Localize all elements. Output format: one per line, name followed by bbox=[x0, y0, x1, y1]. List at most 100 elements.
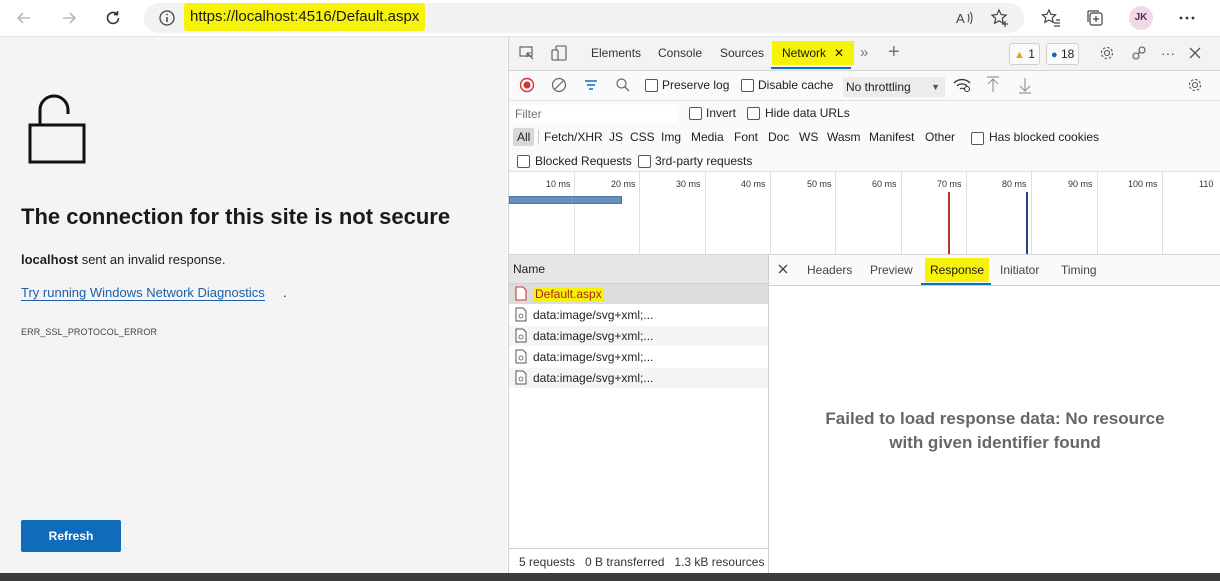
request-name: data:image/svg+xml;... bbox=[533, 350, 654, 364]
warning-icon: ▲ bbox=[1014, 49, 1025, 61]
type-filter-all[interactable]: All bbox=[513, 128, 535, 146]
forward-arrow-icon[interactable] bbox=[57, 6, 81, 30]
close-detail-icon[interactable] bbox=[777, 263, 789, 275]
request-row[interactable]: data:image/svg+xml;... bbox=[509, 326, 768, 346]
chevron-down-icon: ▼ bbox=[931, 82, 940, 92]
request-row[interactable]: data:image/svg+xml;... bbox=[509, 305, 768, 325]
tab-response[interactable]: Response bbox=[925, 258, 990, 282]
timeline-tick-label: 40 ms bbox=[741, 179, 766, 189]
invert-label: Invert bbox=[706, 106, 737, 120]
more-menu-icon[interactable] bbox=[1175, 6, 1199, 30]
network-conditions-icon[interactable] bbox=[953, 77, 971, 93]
tab-timing[interactable]: Timing bbox=[1061, 255, 1097, 285]
tab-console[interactable]: Console bbox=[658, 37, 702, 70]
link-suffix: . bbox=[283, 285, 287, 300]
avatar[interactable]: JK bbox=[1129, 6, 1153, 30]
type-filter-font[interactable]: Font bbox=[734, 128, 758, 146]
more-options-icon[interactable]: ··· bbox=[1161, 45, 1175, 61]
tab-headers[interactable]: Headers bbox=[807, 255, 852, 285]
network-timeline[interactable]: 10 ms 20 ms 30 ms 40 ms 50 ms 60 ms 70 m… bbox=[509, 172, 1220, 255]
filter-input[interactable] bbox=[513, 105, 677, 123]
timeline-gridline bbox=[1031, 172, 1032, 254]
page-title: The connection for this site is not secu… bbox=[21, 204, 451, 229]
type-filter-css[interactable]: CSS bbox=[630, 128, 655, 146]
favorites-icon[interactable] bbox=[1039, 6, 1063, 30]
tab-initiator[interactable]: Initiator bbox=[1000, 255, 1039, 285]
device-emulation-icon[interactable] bbox=[551, 45, 567, 61]
svg-file-icon bbox=[515, 328, 527, 343]
type-filter-fetch-xhr[interactable]: Fetch/XHR bbox=[544, 128, 603, 146]
more-tabs-icon[interactable]: » bbox=[860, 45, 868, 61]
devtools-tab-bar: Elements Console Sources Network ✕ » + ▲ … bbox=[509, 37, 1220, 71]
host-name: localhost bbox=[21, 252, 79, 267]
connect-device-icon[interactable] bbox=[1131, 45, 1147, 61]
timeline-gridline bbox=[966, 172, 967, 254]
load-event-marker bbox=[948, 192, 950, 254]
import-har-icon[interactable] bbox=[985, 76, 1001, 94]
tab-preview[interactable]: Preview bbox=[870, 255, 913, 285]
info-icon[interactable] bbox=[155, 6, 179, 30]
reload-icon[interactable] bbox=[101, 6, 125, 30]
inspect-element-icon[interactable] bbox=[519, 45, 535, 61]
request-detail-pane: Headers Preview Response Initiator Timin… bbox=[769, 255, 1220, 573]
invert-checkbox[interactable] bbox=[689, 107, 702, 120]
type-filter-other[interactable]: Other bbox=[925, 128, 955, 146]
name-column-header[interactable]: Name bbox=[509, 255, 768, 284]
has-blocked-cookies-checkbox[interactable] bbox=[971, 132, 984, 145]
close-tab-icon[interactable]: ✕ bbox=[834, 46, 844, 60]
back-arrow-icon[interactable] bbox=[12, 6, 36, 30]
response-error-message: Failed to load response data: No resourc… bbox=[825, 409, 1165, 452]
request-row[interactable]: Default.aspx bbox=[509, 284, 768, 304]
summary-text: 5 requests 0 B transferred 1.3 kB resour… bbox=[519, 555, 765, 569]
hide-data-urls-checkbox[interactable] bbox=[747, 107, 760, 120]
type-filter-img[interactable]: Img bbox=[661, 128, 681, 146]
request-row[interactable]: data:image/svg+xml;... bbox=[509, 347, 768, 367]
url-text[interactable]: https://localhost:4516/Default.aspx bbox=[184, 3, 426, 31]
tab-network[interactable]: Network ✕ bbox=[772, 41, 855, 65]
messages-count: 18 bbox=[1061, 47, 1075, 61]
error-description: localhost sent an invalid response. bbox=[21, 252, 226, 267]
tab-sources[interactable]: Sources bbox=[720, 37, 764, 70]
request-row[interactable]: data:image/svg+xml;... bbox=[509, 368, 768, 388]
timeline-request-bar bbox=[509, 196, 622, 204]
export-har-icon[interactable] bbox=[1017, 76, 1033, 94]
third-party-checkbox[interactable] bbox=[638, 155, 651, 168]
network-diagnostics-link[interactable]: Try running Windows Network Diagnostics bbox=[21, 285, 265, 301]
type-filter-ws[interactable]: WS bbox=[799, 128, 818, 146]
timeline-tick-label: 30 ms bbox=[676, 179, 701, 189]
unlocked-padlock-icon bbox=[28, 92, 86, 164]
network-toolbar: Preserve log Disable cache No throttling… bbox=[509, 71, 1220, 101]
type-filter-wasm[interactable]: Wasm bbox=[827, 128, 861, 146]
error-page: The connection for this site is not secu… bbox=[0, 37, 507, 573]
clear-icon[interactable] bbox=[551, 77, 567, 93]
messages-badge[interactable]: ● 18 bbox=[1046, 43, 1080, 65]
add-tab-icon[interactable]: + bbox=[888, 42, 900, 62]
preserve-log-checkbox[interactable] bbox=[645, 79, 658, 92]
filter-icon[interactable] bbox=[583, 77, 599, 93]
disable-cache-checkbox[interactable] bbox=[741, 79, 754, 92]
type-filter-doc[interactable]: Doc bbox=[768, 128, 789, 146]
settings-gear-icon[interactable] bbox=[1099, 45, 1115, 61]
close-devtools-icon[interactable] bbox=[1187, 45, 1203, 61]
type-filter-js[interactable]: JS bbox=[609, 128, 623, 146]
window-bottom-edge bbox=[0, 573, 1220, 581]
preserve-log-label: Preserve log bbox=[662, 78, 730, 92]
warnings-badge[interactable]: ▲ 1 bbox=[1009, 43, 1040, 65]
filter-bar: Invert Hide data URLs All Fetch/XHR JS C… bbox=[509, 101, 1220, 172]
type-filter-media[interactable]: Media bbox=[691, 128, 724, 146]
blocked-requests-checkbox[interactable] bbox=[517, 155, 530, 168]
search-icon[interactable] bbox=[615, 77, 631, 93]
network-settings-icon[interactable] bbox=[1187, 77, 1203, 93]
read-aloud-icon[interactable]: A bbox=[953, 6, 977, 30]
record-icon[interactable] bbox=[519, 77, 535, 93]
throttling-select[interactable]: No throttling ▼ bbox=[843, 77, 945, 97]
add-favorite-icon[interactable] bbox=[988, 6, 1012, 30]
tab-elements[interactable]: Elements bbox=[591, 37, 641, 70]
warnings-count: 1 bbox=[1028, 47, 1035, 61]
collections-icon[interactable] bbox=[1083, 6, 1107, 30]
type-filter-manifest[interactable]: Manifest bbox=[869, 128, 914, 146]
disable-cache-label: Disable cache bbox=[758, 78, 834, 92]
timeline-tick-label: 10 ms bbox=[546, 179, 571, 189]
request-name: data:image/svg+xml;... bbox=[533, 308, 654, 322]
refresh-button[interactable]: Refresh bbox=[21, 520, 121, 552]
